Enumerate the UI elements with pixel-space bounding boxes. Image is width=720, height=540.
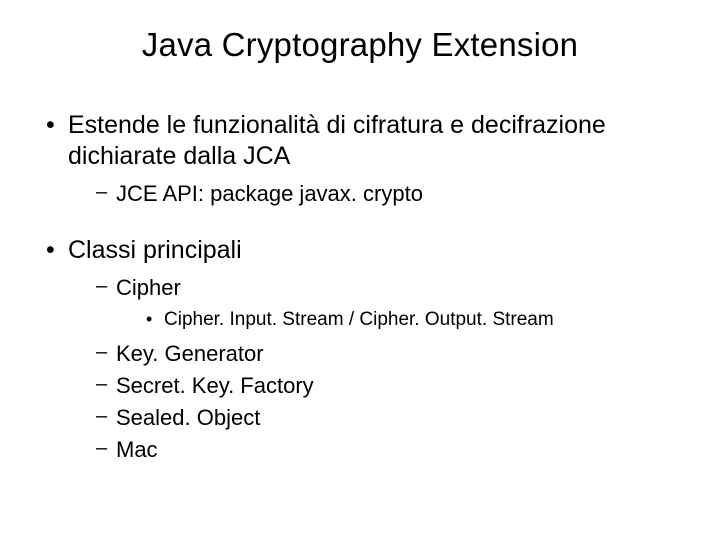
bullet-text: Cipher. Input. Stream / Cipher. Output. …: [164, 309, 554, 330]
bullet-item: JCE API: package javax. crypto: [92, 179, 680, 209]
slide-title: Java Cryptography Extension: [40, 26, 680, 64]
bullet-list-level1: Estende le funzionalità di cifratura e d…: [40, 110, 680, 464]
bullet-item: Mac: [92, 435, 680, 465]
bullet-item: Cipher Cipher. Input. Stream / Cipher. O…: [92, 273, 680, 333]
bullet-list-level2: JCE API: package javax. crypto: [92, 179, 680, 209]
bullet-item: Classi principali Cipher Cipher. Input. …: [40, 235, 680, 465]
bullet-item: Cipher. Input. Stream / Cipher. Output. …: [144, 307, 680, 334]
bullet-text: Sealed. Object: [116, 405, 260, 430]
bullet-text: Estende le funzionalità di cifratura e d…: [68, 111, 606, 170]
bullet-text: Key. Generator: [116, 341, 264, 366]
bullet-text: Secret. Key. Factory: [116, 373, 314, 398]
bullet-item: Key. Generator: [92, 339, 680, 369]
bullet-list-level2: Cipher Cipher. Input. Stream / Cipher. O…: [92, 273, 680, 464]
bullet-item: Sealed. Object: [92, 403, 680, 433]
bullet-item: Secret. Key. Factory: [92, 371, 680, 401]
bullet-text: Classi principali: [68, 236, 242, 264]
bullet-text: Cipher: [116, 275, 181, 300]
bullet-list-level3: Cipher. Input. Stream / Cipher. Output. …: [144, 307, 680, 334]
bullet-text: JCE API: package javax. crypto: [116, 181, 423, 206]
slide: Java Cryptography Extension Estende le f…: [0, 0, 720, 540]
bullet-text: Mac: [116, 437, 158, 462]
bullet-item: Estende le funzionalità di cifratura e d…: [40, 110, 680, 209]
